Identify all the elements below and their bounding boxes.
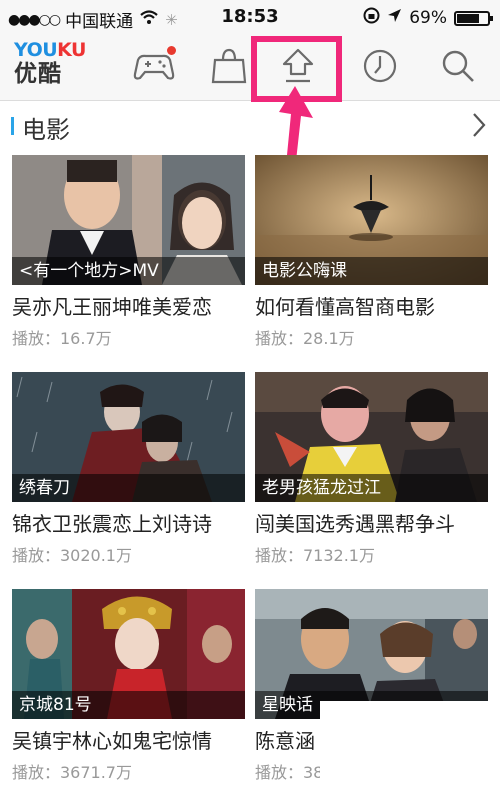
video-thumbnail[interactable]: 老男孩猛龙过江 xyxy=(255,372,488,502)
video-card[interactable]: 绣春刀 锦衣卫张震恋上刘诗诗 播放：3020.1万 xyxy=(12,372,245,566)
chevron-right-icon[interactable] xyxy=(472,112,486,138)
logo-english: YOUKU xyxy=(14,39,86,61)
section-title: 电影 xyxy=(22,116,70,144)
location-arrow-icon xyxy=(387,8,402,28)
battery-icon xyxy=(454,10,493,26)
top-navbar: YOUKU 优酷 xyxy=(0,34,500,101)
video-card[interactable]: 京城81号 吴镇宇林心如鬼宅惊情 播放：3671.7万 xyxy=(12,589,245,783)
video-title[interactable]: 吴亦凡王丽坤唯美爱恋 xyxy=(12,291,245,320)
video-caption: 老男孩猛龙过江 xyxy=(255,474,488,502)
video-caption: <有一个地方>MV xyxy=(12,257,245,285)
video-card[interactable]: <有一个地方>MV 吴亦凡王丽坤唯美爱恋 播放：16.7万 xyxy=(12,155,245,349)
video-title[interactable]: 如何看懂高智商电影 xyxy=(255,291,488,320)
youku-logo[interactable]: YOUKU 优酷 xyxy=(14,40,92,88)
overlay-cover xyxy=(320,701,500,789)
logo-chinese: 优酷 xyxy=(14,61,62,87)
play-count: 播放：3671.7万 xyxy=(12,763,132,782)
game-icon[interactable] xyxy=(130,44,178,88)
play-count: 播放：16.7万 xyxy=(12,329,112,348)
battery-percent: 69% xyxy=(409,8,447,28)
video-caption: 京城81号 xyxy=(12,691,245,719)
video-title[interactable]: 锦衣卫张震恋上刘诗诗 xyxy=(12,508,245,537)
video-thumbnail[interactable]: <有一个地方>MV xyxy=(12,155,245,285)
notification-badge xyxy=(167,46,176,55)
status-right: 69% xyxy=(363,7,493,29)
video-title[interactable]: 闯美国选秀遇黑帮争斗 xyxy=(255,508,488,537)
video-thumbnail[interactable]: 星映话 xyxy=(255,589,488,719)
video-card[interactable]: 老男孩猛龙过江 闯美国选秀遇黑帮争斗 播放：7132.1万 xyxy=(255,372,488,566)
video-title[interactable]: 吴镇宇林心如鬼宅惊情 xyxy=(12,725,245,754)
video-caption: 绣春刀 xyxy=(12,474,245,502)
video-thumbnail[interactable]: 京城81号 xyxy=(12,589,245,719)
upload-highlight-annotation xyxy=(251,36,342,102)
section-accent-bar xyxy=(11,117,14,135)
search-icon[interactable] xyxy=(434,44,482,88)
play-count: 播放：3020.1万 xyxy=(12,546,132,565)
video-thumbnail[interactable]: 绣春刀 xyxy=(12,372,245,502)
shopping-bag-icon[interactable] xyxy=(205,44,253,88)
status-bar: ●●●○○ 中国联通 ✳ 18:53 69% xyxy=(0,0,500,34)
video-card[interactable]: 电影公嗨课 如何看懂高智商电影 播放：28.1万 xyxy=(255,155,488,349)
history-clock-icon[interactable] xyxy=(356,44,404,88)
video-thumbnail[interactable]: 电影公嗨课 xyxy=(255,155,488,285)
play-count: 播放：28.1万 xyxy=(255,329,355,348)
video-caption: 电影公嗨课 xyxy=(255,257,488,285)
rotation-lock-icon xyxy=(363,7,380,29)
play-count: 播放：7132.1万 xyxy=(255,546,375,565)
movie-section-header[interactable]: 电影 xyxy=(0,104,500,148)
